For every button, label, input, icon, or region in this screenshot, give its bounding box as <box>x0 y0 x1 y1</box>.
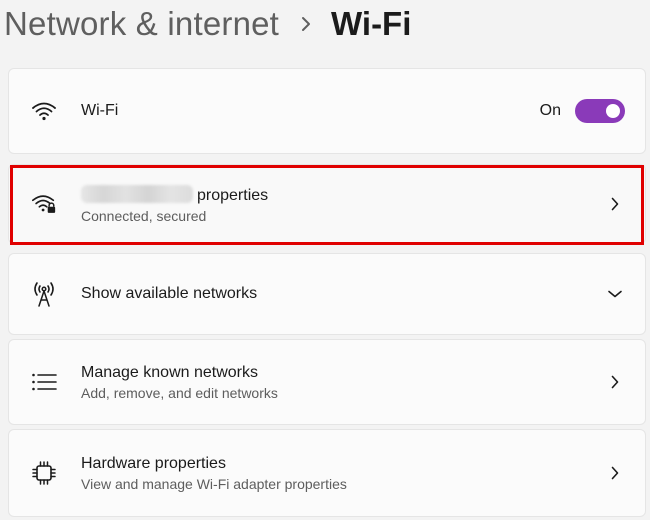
network-properties-title: properties <box>81 184 269 205</box>
network-properties-text: properties Connected, secured <box>81 184 269 224</box>
chevron-right-icon <box>607 465 623 481</box>
available-networks-label: Show available networks <box>81 285 258 302</box>
chevron-down-icon[interactable] <box>607 286 623 302</box>
chevron-right-icon <box>607 374 623 390</box>
breadcrumb: Network & internet Wi-Fi <box>4 0 411 48</box>
wifi-icon <box>31 98 57 124</box>
available-networks-text: Show available networks <box>81 285 257 303</box>
manage-known-networks-label: Manage known networks <box>81 363 258 381</box>
antenna-icon <box>31 281 57 307</box>
manage-known-networks-desc: Add, remove, and edit networks <box>81 384 278 401</box>
manage-known-networks-row[interactable]: Manage known networks Add, remove, and e… <box>8 339 646 425</box>
breadcrumb-separator-icon <box>301 16 311 32</box>
hardware-properties-row[interactable]: Hardware properties View and manage Wi-F… <box>8 429 646 517</box>
settings-page: Network & internet Wi-Fi Wi-Fi On proper… <box>0 0 650 520</box>
wifi-toggle-state: On <box>539 102 561 119</box>
toggle-knob <box>606 104 620 118</box>
available-networks-row[interactable]: Show available networks <box>8 253 646 335</box>
list-icon <box>31 369 57 395</box>
chip-icon <box>31 460 57 486</box>
hardware-properties-label: Hardware properties <box>81 454 226 472</box>
wifi-toggle-group: On <box>540 99 625 123</box>
wifi-toggle-row: Wi-Fi On <box>8 68 646 154</box>
network-ssid-obscured <box>81 184 193 203</box>
hardware-properties-text: Hardware properties View and manage Wi-F… <box>81 455 347 492</box>
wifi-label: Wi-Fi <box>81 102 119 119</box>
breadcrumb-parent-link[interactable]: Network & internet <box>4 5 279 43</box>
wifi-toggle-switch[interactable] <box>575 99 625 123</box>
network-properties-suffix: properties <box>197 186 269 204</box>
network-properties-row[interactable]: properties Connected, secured <box>8 164 646 245</box>
page-title: Wi-Fi <box>331 5 412 42</box>
wifi-lock-icon <box>31 191 57 217</box>
hardware-properties-desc: View and manage Wi-Fi adapter properties <box>81 475 347 492</box>
wifi-text: Wi-Fi <box>81 102 118 120</box>
network-status: Connected, secured <box>81 207 207 224</box>
manage-known-networks-text: Manage known networks Add, remove, and e… <box>81 364 278 401</box>
chevron-right-icon <box>607 196 623 212</box>
